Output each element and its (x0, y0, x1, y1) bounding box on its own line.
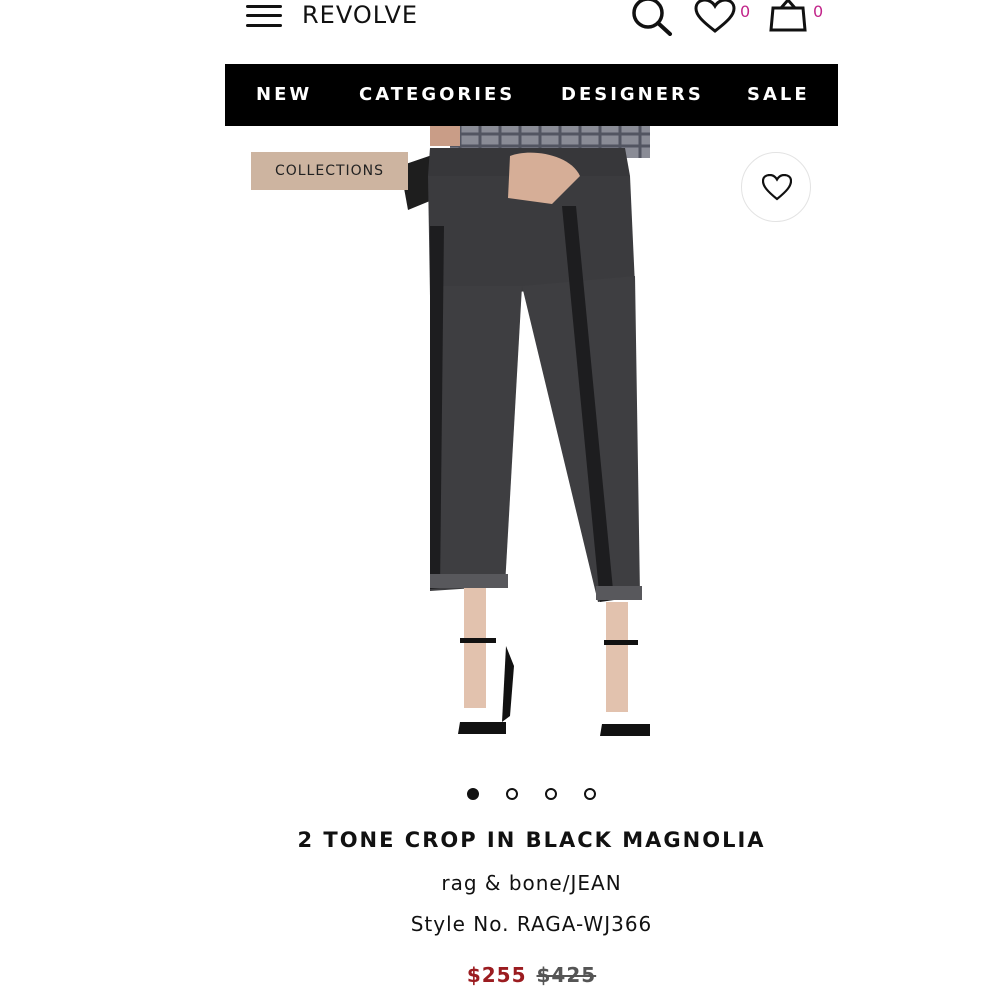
product-image[interactable] (330, 126, 710, 756)
wishlist-count: 0 (740, 2, 751, 21)
bag-count: 0 (813, 2, 824, 21)
carousel-dot-2[interactable] (506, 788, 518, 800)
shopping-bag-icon[interactable] (767, 0, 809, 34)
collections-tag[interactable]: COLLECTIONS (251, 152, 408, 190)
menu-icon[interactable] (246, 2, 284, 30)
nav-designers[interactable]: DESIGNERS (561, 64, 704, 126)
original-price: $425 (536, 963, 597, 987)
logo[interactable]: REVOLVE (302, 0, 418, 30)
price-row: $255 $425 (225, 963, 838, 987)
product-style-number: Style No. RAGA-WJ366 (410, 912, 653, 936)
add-to-wishlist-button[interactable] (741, 152, 811, 222)
product-brand[interactable]: rag & bone/JEAN (225, 871, 838, 895)
nav-new[interactable]: NEW (256, 64, 312, 126)
carousel-dot-4[interactable] (584, 788, 596, 800)
carousel-dot-1[interactable] (467, 788, 479, 800)
nav-sale[interactable]: SALE (747, 64, 810, 126)
sale-price: $255 (466, 963, 527, 987)
carousel-dot-3[interactable] (545, 788, 557, 800)
nav-categories[interactable]: CATEGORIES (359, 64, 515, 126)
heart-icon (762, 174, 792, 201)
product-title: 2 TONE CROP IN BLACK MAGNOLIA (297, 828, 766, 852)
search-icon[interactable] (628, 0, 674, 36)
wishlist-heart-icon[interactable] (694, 0, 736, 34)
main-nav: NEW CATEGORIES DESIGNERS SALE (225, 64, 838, 126)
